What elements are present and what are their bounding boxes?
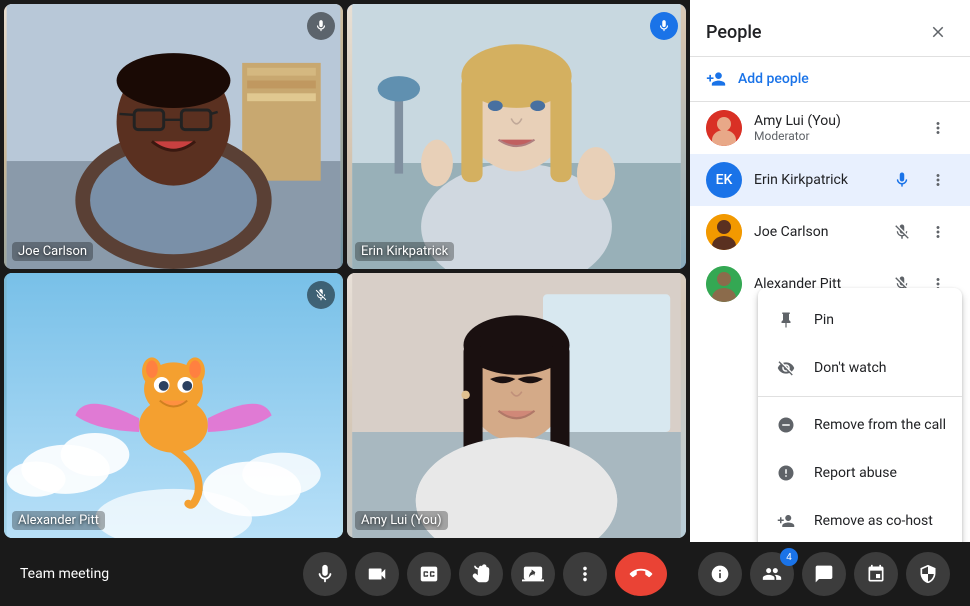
person-item-amy[interactable]: Amy Lui (You) Moderator (690, 102, 970, 154)
add-person-icon (706, 69, 726, 89)
joe-name-label: Joe Carlson (12, 242, 93, 261)
security-button[interactable] (906, 552, 950, 596)
info-button[interactable] (698, 552, 742, 596)
toolbar-center (303, 552, 667, 596)
video-feed-amy (347, 273, 686, 538)
remove-icon (774, 413, 798, 437)
camera-button[interactable] (355, 552, 399, 596)
speaking-icon-erin (886, 164, 918, 196)
avatar-joe (706, 214, 742, 250)
person-name-amy: Amy Lui (You) (754, 113, 922, 129)
menu-item-pin[interactable]: Pin (758, 296, 962, 344)
video-feed-joe (4, 4, 343, 269)
person-actions-amy (922, 112, 954, 144)
joe-mic-icon (307, 12, 335, 40)
video-tile-amy[interactable]: Amy Lui (You) (347, 273, 686, 538)
context-menu: Pin Don't watch (758, 288, 962, 542)
report-label: Report abuse (814, 465, 897, 481)
pin-label: Pin (814, 312, 834, 328)
report-icon (774, 461, 798, 485)
amy-name-label: Amy Lui (You) (355, 511, 448, 530)
dont-watch-icon (774, 356, 798, 380)
video-tile-alexander[interactable]: Alexander Pitt (4, 273, 343, 538)
video-tile-joe[interactable]: Joe Carlson (4, 4, 343, 269)
mic-muted-joe (886, 216, 918, 248)
avatar-alexander (706, 266, 742, 302)
person-name-joe: Joe Carlson (754, 224, 886, 240)
add-people-label: Add people (738, 71, 809, 87)
video-tile-erin[interactable]: Erin Kirkpatrick (347, 4, 686, 269)
alexander-name-label: Alexander Pitt (12, 511, 105, 530)
video-grid: Joe Carlson (0, 0, 690, 542)
person-info-joe: Joe Carlson (754, 224, 886, 240)
people-panel: People Add people (690, 0, 970, 542)
remove-label: Remove from the call (814, 417, 946, 433)
close-panel-button[interactable] (922, 16, 954, 48)
avatar-erin: EK (706, 162, 742, 198)
avatar-amy (706, 110, 742, 146)
captions-button[interactable] (407, 552, 451, 596)
more-options-erin[interactable] (922, 164, 954, 196)
person-actions-erin (886, 164, 954, 196)
panel-title: People (706, 22, 762, 43)
more-options-button[interactable] (563, 552, 607, 596)
alexander-mic-icon (307, 281, 335, 309)
person-item-alexander[interactable]: Alexander Pitt (690, 258, 970, 310)
menu-item-remove[interactable]: Remove from the call (758, 401, 962, 449)
erin-name-label: Erin Kirkpatrick (355, 242, 454, 261)
person-name-erin: Erin Kirkpatrick (754, 172, 886, 188)
people-button[interactable]: 4 (750, 552, 794, 596)
present-button[interactable] (511, 552, 555, 596)
video-feed-erin (347, 4, 686, 269)
menu-item-dont-watch[interactable]: Don't watch (758, 344, 962, 392)
person-item-erin[interactable]: EK Erin Kirkpatrick (690, 154, 970, 206)
pin-icon (774, 308, 798, 332)
panel-header: People (690, 0, 970, 57)
person-info-amy: Amy Lui (You) Moderator (754, 113, 922, 143)
toolbar-right: 4 (667, 552, 950, 596)
person-list: Amy Lui (You) Moderator EK Erin (690, 102, 970, 542)
menu-divider-1 (758, 396, 962, 397)
person-item-joe[interactable]: Joe Carlson (690, 206, 970, 258)
people-badge: 4 (780, 548, 798, 566)
cohost-icon (774, 509, 798, 533)
raise-hand-button[interactable] (459, 552, 503, 596)
person-role-amy: Moderator (754, 129, 922, 143)
mic-button[interactable] (303, 552, 347, 596)
cohost-label: Remove as co-host (814, 513, 933, 529)
add-people-button[interactable]: Add people (690, 57, 970, 102)
end-call-button[interactable] (615, 552, 667, 596)
more-options-joe[interactable] (922, 216, 954, 248)
main-container: Joe Carlson (0, 0, 970, 542)
person-actions-joe (886, 216, 954, 248)
menu-item-cohost[interactable]: Remove as co-host (758, 497, 962, 542)
toolbar-left: Team meeting (20, 566, 303, 582)
activities-button[interactable] (854, 552, 898, 596)
more-options-amy[interactable] (922, 112, 954, 144)
erin-mic-icon (650, 12, 678, 40)
toolbar: Team meeting (0, 542, 970, 606)
meeting-title: Team meeting (20, 566, 109, 582)
video-feed-alexander (4, 273, 343, 538)
menu-item-report[interactable]: Report abuse (758, 449, 962, 497)
dont-watch-label: Don't watch (814, 360, 886, 376)
person-info-erin: Erin Kirkpatrick (754, 172, 886, 188)
erin-initials: EK (716, 172, 733, 188)
chat-button[interactable] (802, 552, 846, 596)
